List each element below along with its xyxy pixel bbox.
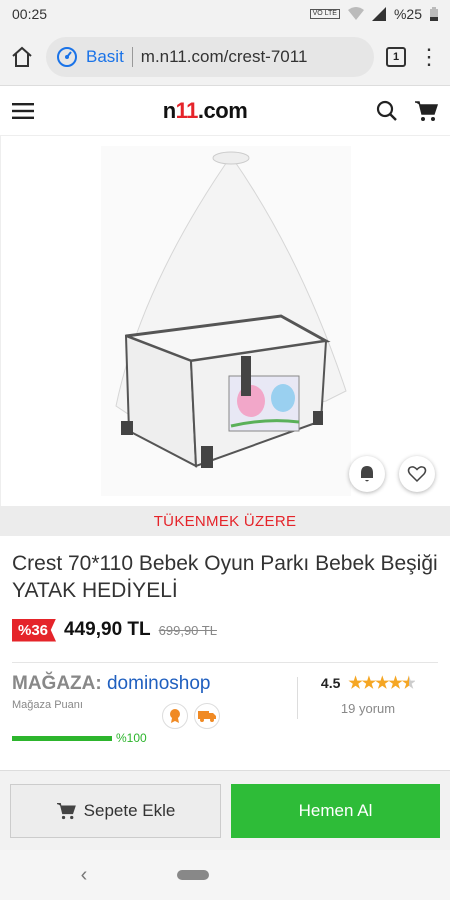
product-title: Crest 70*110 Bebek Oyun Parkı Bebek Beşi…: [12, 552, 438, 602]
android-nav-bar: ‹: [0, 850, 450, 900]
buy-now-label: Hemen Al: [298, 800, 373, 820]
award-badge-icon[interactable]: [162, 703, 188, 729]
discount-badge: %36: [12, 618, 57, 642]
favorite-button[interactable]: [399, 456, 435, 492]
store-info: MAĞAZA: dominoshop Mağaza Puanı %100 4.5…: [0, 663, 450, 763]
home-pill-icon[interactable]: [177, 870, 210, 880]
old-price: 699,90 TL: [158, 622, 217, 638]
battery-icon: [430, 7, 438, 21]
stock-alert-button[interactable]: [349, 456, 385, 492]
purchase-action-bar: Sepete Ekle Hemen Al: [0, 770, 450, 850]
fast-shipping-badge-icon[interactable]: [194, 703, 220, 729]
hamburger-menu-icon[interactable]: [12, 102, 34, 119]
store-score-fill: [12, 735, 112, 741]
search-icon[interactable]: [376, 100, 398, 122]
more-menu-icon[interactable]: ⋮: [418, 45, 440, 68]
signal-icon: [371, 7, 386, 21]
status-icons: VO LTE %25: [309, 6, 438, 22]
cart-icon[interactable]: [414, 100, 438, 122]
store-score-text: %100: [116, 731, 147, 745]
address-bar[interactable]: Basit m.n11.com/crest-7011: [46, 36, 374, 77]
rating-stars-icon: ★★★★★: [348, 675, 416, 692]
site-mode-label: Basit: [86, 46, 124, 66]
price-row: %36 449,90 TL 699,90 TL: [0, 614, 450, 646]
back-chevron-icon[interactable]: ‹: [81, 864, 88, 887]
n11-logo[interactable]: n11.com: [163, 98, 248, 124]
volte-icon: VO LTE: [309, 9, 340, 19]
site-header: n11.com: [0, 86, 450, 136]
clock: 00:25: [12, 6, 48, 22]
bell-icon: [361, 466, 373, 482]
cart-icon: [56, 802, 76, 819]
url-text[interactable]: m.n11.com/crest-7011: [141, 47, 308, 67]
battery-text: %25: [393, 6, 422, 22]
review-count-link[interactable]: 19 yorum: [341, 701, 395, 716]
add-to-cart-button[interactable]: Sepete Ekle: [10, 783, 221, 838]
wifi-icon: [347, 7, 364, 20]
status-bar: 00:25 VO LTE %25: [0, 0, 450, 28]
buy-now-button[interactable]: Hemen Al: [231, 783, 440, 838]
store-score-progress: %100: [12, 731, 297, 745]
current-price: 449,90 TL: [64, 619, 151, 640]
url-divider: [131, 46, 133, 67]
heart-icon: [407, 466, 427, 483]
page-info-icon[interactable]: [56, 46, 78, 68]
add-to-cart-label: Sepete Ekle: [83, 800, 176, 820]
product-image[interactable]: [0, 136, 450, 506]
store-label: MAĞAZA:: [12, 673, 102, 694]
tab-switcher-button[interactable]: 1: [386, 46, 406, 67]
rating-value: 4.5: [320, 675, 341, 691]
low-stock-banner: TÜKENMEK ÜZERE: [0, 506, 450, 536]
home-icon[interactable]: [10, 45, 34, 69]
playpen-illustration: [115, 151, 347, 468]
rating-block[interactable]: 4.5 ★★★★★ 19 yorum: [298, 673, 438, 763]
browser-toolbar: Basit m.n11.com/crest-7011 1 ⋮: [0, 28, 450, 86]
store-name-link[interactable]: dominoshop: [107, 673, 211, 694]
